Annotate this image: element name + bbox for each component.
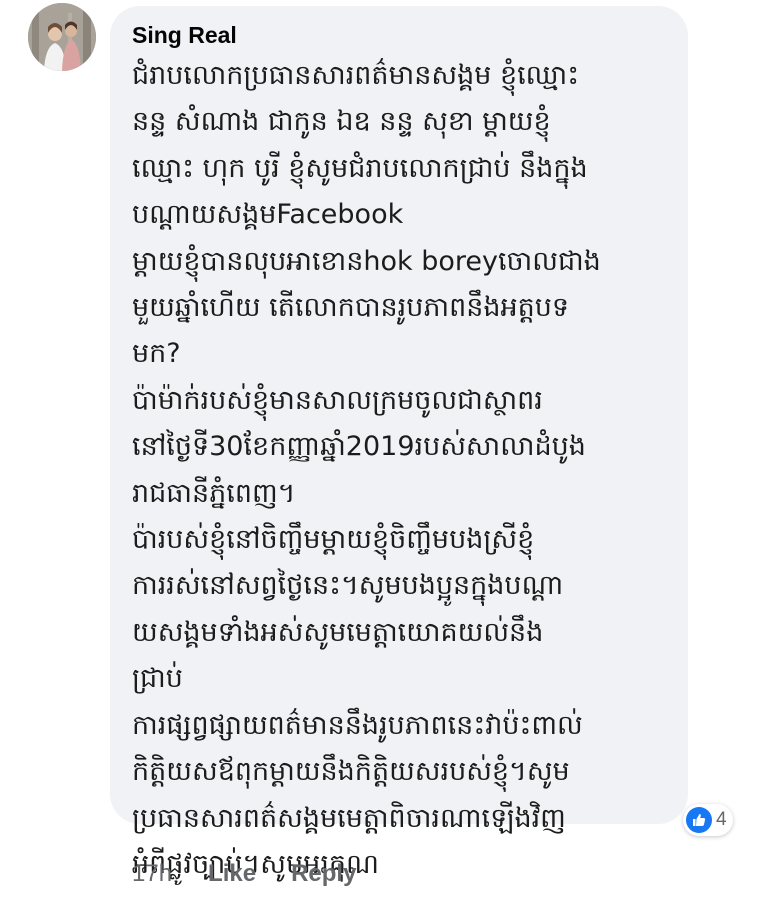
comment-line: នន្ទ សំណាង ជាកូន ឯឧ នន្ទ សុខា ម្តាយខ្ញុំ: [132, 106, 551, 138]
comment-line: នៅថ្ងៃទី30ខែកញ្ញាឆ្នាំ2019របស់សាលាដំបូង: [132, 431, 586, 463]
comment-line: ជ្រាប់: [132, 663, 183, 695]
comment-line: ការផ្សព្វផ្សាយពត៌មាននឹងរូបភាពនេះវាប៉ះពាល…: [132, 709, 583, 741]
avatar-photo-icon: [28, 3, 96, 71]
comment-author[interactable]: Sing Real: [132, 20, 670, 50]
comment-line: មក?: [132, 338, 181, 370]
comment-bubble: Sing Real ជំរាបលោកប្រធានសារពត៌មានសង្គម ខ…: [110, 6, 688, 880]
like-button[interactable]: Like: [208, 860, 256, 888]
comment-body: ជំរាបលោកប្រធានសារពត៌មានសង្គម ខ្ញុំឈ្មោះ …: [132, 53, 670, 888]
comment-actions: 17h Like Reply: [132, 860, 356, 888]
comment-line: យសង្គមទាំងអស់សូមមេត្តាយោគយល់នឹង: [132, 616, 544, 648]
comment-line: ជំរាបលោកប្រធានសារពត៌មានសង្គម ខ្ញុំឈ្មោះ: [132, 60, 580, 91]
comment-timestamp[interactable]: 17h: [132, 860, 172, 888]
avatar[interactable]: [28, 3, 96, 71]
comment-line: ប៉ារបស់ខ្ញុំនៅចិញ្ចឹមម្តាយខ្ញុំចិញ្ចឹមបង…: [132, 524, 535, 556]
reaction-count: 4: [716, 809, 727, 830]
like-thumb-icon: [686, 807, 712, 833]
reply-button[interactable]: Reply: [291, 860, 356, 888]
comment-line: ការរស់នៅសព្វថ្ងៃនេះ។សូមបងប្អូនក្នុងបណ្តា: [132, 570, 564, 602]
reaction-summary[interactable]: 4: [683, 804, 733, 836]
comment-line: ឈ្មោះ ហុក បូរី ខ្ញុំសូមជំរាបលោកជ្រាប់ នឹ…: [132, 152, 588, 184]
comment-line: ប៉ាម៉ាក់របស់ខ្ញុំមានសាលក្រមចូលជាស្ថាពរ: [132, 384, 543, 416]
comment-line: រាជធានីភ្នំពេញ។: [132, 477, 296, 509]
comment-line: បណ្តាយសង្គមFacebook: [132, 199, 404, 231]
comment-line: ប្រធានសារពត៌សង្គមមេត្តាពិចារណាឡើងវិញ: [132, 802, 566, 834]
comment-line: ម្តាយខ្ញុំបានលុបអាខោនhok boreyចោលជាង: [132, 245, 601, 277]
comment-line: កិត្តិយសឪពុកម្តាយនឹងកិត្តិយសរបស់ខ្ញុំ។សូ…: [132, 756, 570, 788]
comment-line: មួយឆ្នាំហើយ តើលោកបានរូបភាពនឹងអត្តបទ: [132, 292, 570, 324]
